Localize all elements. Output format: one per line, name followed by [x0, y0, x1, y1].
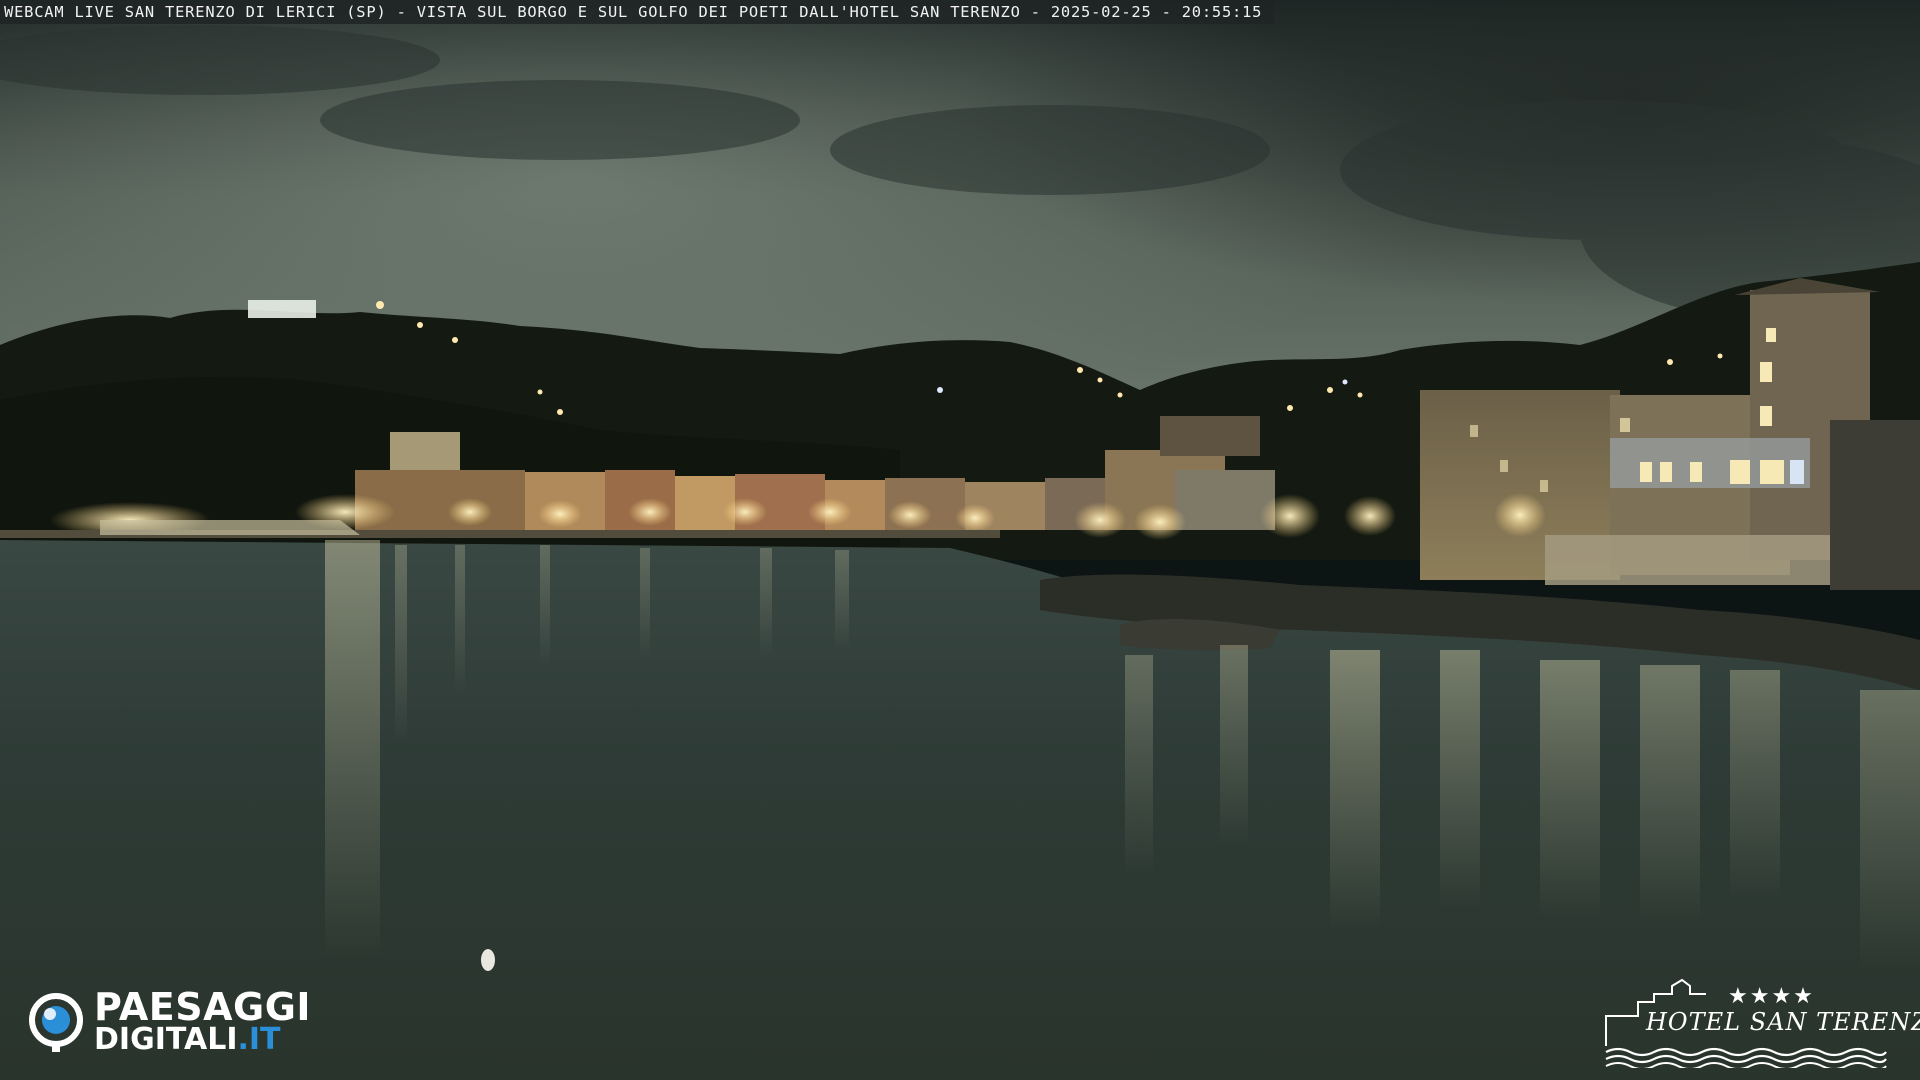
camera-eye-icon: [29, 993, 83, 1052]
hotel-san-terenzo-logo: ★★★★ HOTEL SAN TERENZO: [1598, 972, 1920, 1068]
logo-line2-main: DIGITALI: [94, 1022, 238, 1057]
webcam-scene: [0, 0, 1920, 1080]
webcam-caption: WEBCAM LIVE SAN TERENZO DI LERICI (SP) -…: [4, 3, 1263, 21]
hotel-stars: ★★★★: [1728, 984, 1815, 1009]
logo-line2-tld: .IT: [237, 1022, 281, 1057]
seagull: [481, 949, 495, 971]
logo-line2: DIGITALI.IT: [94, 1022, 281, 1058]
hotel-name: HOTEL SAN TERENZO: [1646, 1008, 1920, 1036]
webcam-caption-bar: WEBCAM LIVE SAN TERENZO DI LERICI (SP) -…: [0, 0, 1275, 24]
paesaggi-digitali-logo: PAESAGGI DIGITALI.IT: [26, 986, 346, 1058]
